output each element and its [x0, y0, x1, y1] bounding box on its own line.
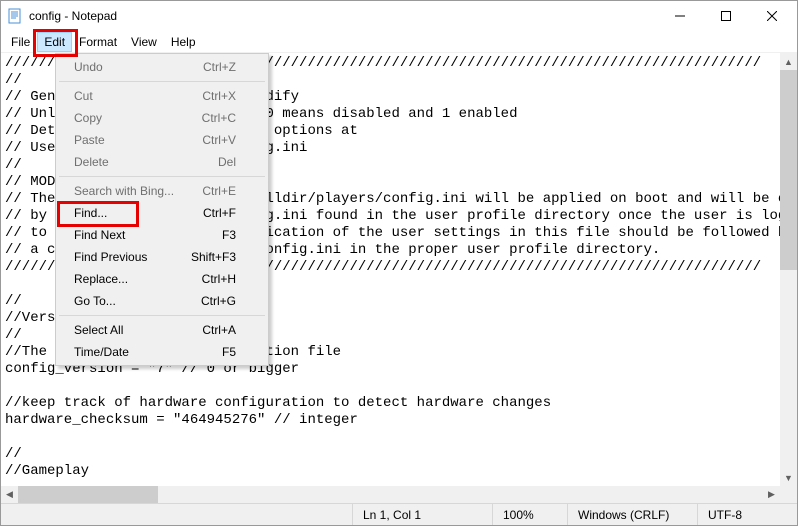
menu-item-shortcut: F5 [222, 345, 236, 359]
menu-separator [59, 176, 265, 177]
menu-item-label: Cut [74, 89, 93, 103]
menu-item-shortcut: Ctrl+A [202, 323, 236, 337]
menu-item-undo: Undo Ctrl+Z [58, 56, 266, 78]
vertical-scroll-thumb[interactable] [780, 70, 797, 270]
menu-item-label: Find Previous [74, 250, 147, 264]
menu-separator [59, 81, 265, 82]
notepad-icon [7, 8, 23, 24]
menu-item-time-date[interactable]: Time/Date F5 [58, 341, 266, 363]
scroll-up-arrow[interactable]: ▲ [780, 53, 797, 70]
menu-item-replace[interactable]: Replace... Ctrl+H [58, 268, 266, 290]
window-controls [657, 1, 795, 31]
menu-item-label: Replace... [74, 272, 128, 286]
menu-edit[interactable]: Edit [37, 32, 72, 52]
status-zoom: 100% [492, 504, 567, 525]
horizontal-scroll-thumb[interactable] [18, 486, 158, 503]
menu-item-shortcut: Ctrl+F [203, 206, 236, 220]
menu-item-shortcut: Ctrl+E [202, 184, 236, 198]
statusbar-spacer [1, 504, 352, 525]
scroll-corner [780, 486, 797, 503]
menu-item-label: Search with Bing... [74, 184, 174, 198]
horizontal-scrollbar[interactable]: ◀ ▶ [1, 486, 780, 503]
menu-item-shortcut: Ctrl+G [201, 294, 236, 308]
menu-item-label: Go To... [74, 294, 116, 308]
menubar: FileEditFormatViewHelp [1, 31, 797, 53]
menu-item-copy: Copy Ctrl+C [58, 107, 266, 129]
vertical-scrollbar[interactable]: ▲ ▼ [780, 53, 797, 486]
minimize-button[interactable] [657, 1, 703, 31]
menu-item-shortcut: Del [218, 155, 236, 169]
menu-item-go-to[interactable]: Go To... Ctrl+G [58, 290, 266, 312]
menu-item-find[interactable]: Find... Ctrl+F [58, 202, 266, 224]
menu-item-find-previous[interactable]: Find Previous Shift+F3 [58, 246, 266, 268]
titlebar: config - Notepad [1, 1, 797, 31]
menu-item-label: Paste [74, 133, 105, 147]
menu-item-shortcut: Ctrl+H [202, 272, 236, 286]
menu-item-find-next[interactable]: Find Next F3 [58, 224, 266, 246]
menu-item-label: Delete [74, 155, 109, 169]
scroll-right-arrow[interactable]: ▶ [763, 486, 780, 503]
menu-item-paste: Paste Ctrl+V [58, 129, 266, 151]
menu-item-shortcut: Ctrl+C [202, 111, 236, 125]
maximize-button[interactable] [703, 1, 749, 31]
menu-item-search-with-bing: Search with Bing... Ctrl+E [58, 180, 266, 202]
status-cursor-position: Ln 1, Col 1 [352, 504, 492, 525]
menu-item-label: Copy [74, 111, 102, 125]
menu-item-label: Select All [74, 323, 123, 337]
status-encoding: UTF-8 [697, 504, 797, 525]
menu-item-label: Find Next [74, 228, 125, 242]
menu-help[interactable]: Help [164, 32, 203, 52]
menu-format[interactable]: Format [72, 32, 124, 52]
menu-item-delete: Delete Del [58, 151, 266, 173]
menu-item-shortcut: Shift+F3 [191, 250, 236, 264]
menu-item-shortcut: Ctrl+X [202, 89, 236, 103]
status-line-ending: Windows (CRLF) [567, 504, 697, 525]
menu-view[interactable]: View [124, 32, 164, 52]
edit-menu-dropdown: Undo Ctrl+Z Cut Ctrl+X Copy Ctrl+C Paste Ctrl+V… [55, 53, 269, 366]
close-button[interactable] [749, 1, 795, 31]
menu-separator [59, 315, 265, 316]
window-title: config - Notepad [29, 9, 657, 23]
scroll-left-arrow[interactable]: ◀ [1, 486, 18, 503]
statusbar: Ln 1, Col 1 100% Windows (CRLF) UTF-8 [1, 503, 797, 525]
menu-item-select-all[interactable]: Select All Ctrl+A [58, 319, 266, 341]
menu-item-label: Find... [74, 206, 107, 220]
menu-item-label: Time/Date [74, 345, 129, 359]
menu-file[interactable]: File [4, 32, 37, 52]
menu-item-shortcut: Ctrl+Z [203, 60, 236, 74]
scroll-down-arrow[interactable]: ▼ [780, 469, 797, 486]
menu-item-cut: Cut Ctrl+X [58, 85, 266, 107]
menu-item-shortcut: F3 [222, 228, 236, 242]
menu-item-label: Undo [74, 60, 103, 74]
menu-item-shortcut: Ctrl+V [202, 133, 236, 147]
